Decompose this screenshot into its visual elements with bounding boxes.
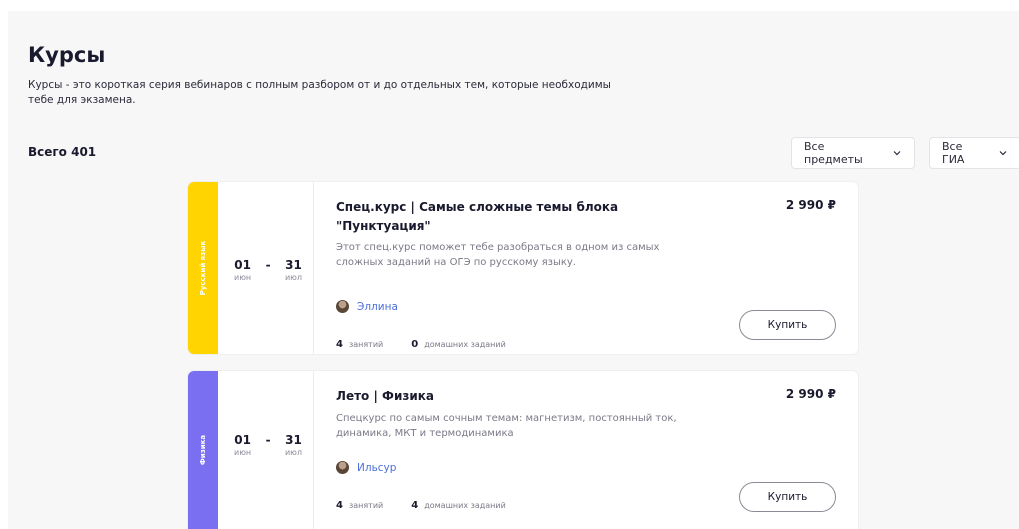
subject-label: Физика	[199, 434, 207, 466]
start-month: июн	[234, 448, 252, 457]
course-dates: 01 июн - 31 июл	[218, 182, 314, 354]
subject-stripe: Русский язык	[188, 182, 218, 354]
start-day: 01	[234, 433, 251, 447]
page-description: Курсы - это короткая серия вебинаров с п…	[28, 79, 611, 106]
course-title[interactable]: Лето | Физика	[336, 387, 636, 406]
course-card[interactable]: Физика 01 июн - 31 июл Лето | Физика 2 9…	[188, 371, 858, 529]
homework-count: 4	[411, 500, 419, 511]
lessons-label: занятий	[348, 501, 384, 510]
teacher-link[interactable]: Эллина	[336, 300, 398, 313]
exam-select-value: Все ГИА	[942, 140, 965, 166]
lessons-count: 4	[336, 500, 343, 511]
homework-label: домашних заданий	[424, 501, 506, 510]
lessons-count: 4	[336, 339, 343, 350]
course-stats: 4 занятий 0 домашних заданий	[336, 339, 534, 350]
course-card[interactable]: Русский язык 01 июн - 31 июл Спец.курс |…	[188, 182, 858, 354]
homework-stat: 0 домашних заданий	[411, 339, 506, 350]
total-count: Всего 401	[28, 145, 97, 159]
course-description: Этот спец.курс поможет тебе разобраться …	[336, 242, 660, 268]
end-month: июл	[284, 448, 302, 457]
buy-button[interactable]: Купить	[739, 310, 836, 340]
end-day: 31	[285, 433, 302, 447]
page-title: Курсы	[28, 43, 106, 67]
course-price: 2 990 ₽	[785, 198, 836, 212]
course-title[interactable]: Спец.курс | Самые сложные темы блока "Пу…	[336, 198, 636, 236]
teacher-name: Ильсур	[357, 461, 397, 474]
lessons-label: занятий	[348, 340, 384, 349]
lessons-stat: 4 занятий	[336, 339, 383, 350]
avatar	[336, 461, 349, 474]
date-dash: -	[265, 258, 271, 272]
start-day: 01	[234, 258, 251, 272]
lessons-stat: 4 занятий	[336, 500, 383, 511]
avatar	[336, 300, 349, 313]
buy-button[interactable]: Купить	[739, 482, 836, 512]
courses-page: Курсы Курсы - это короткая серия вебинар…	[8, 11, 1019, 529]
end-month: июл	[284, 273, 302, 282]
end-day: 31	[285, 258, 302, 272]
exam-select[interactable]: Все ГИА	[929, 137, 1019, 169]
homework-label: домашних заданий	[424, 340, 506, 349]
homework-count: 0	[411, 339, 419, 350]
subject-label: Русский язык	[199, 240, 207, 296]
course-price: 2 990 ₽	[785, 387, 836, 401]
start-month: июн	[234, 273, 252, 282]
chevron-down-icon	[998, 148, 1008, 158]
subject-stripe: Физика	[188, 371, 218, 529]
teacher-link[interactable]: Ильсур	[336, 461, 396, 474]
teacher-name: Эллина	[357, 300, 398, 313]
course-dates: 01 июн - 31 июл	[218, 371, 314, 529]
course-description: Спецкурс по самым сочным темам: магнетиз…	[336, 413, 677, 439]
chevron-down-icon	[892, 148, 902, 158]
subject-select[interactable]: Все предметы	[791, 137, 915, 169]
homework-stat: 4 домашних заданий	[411, 500, 506, 511]
course-stats: 4 занятий 4 домашних заданий	[336, 500, 534, 511]
subject-select-value: Все предметы	[804, 140, 863, 166]
date-dash: -	[265, 433, 271, 447]
